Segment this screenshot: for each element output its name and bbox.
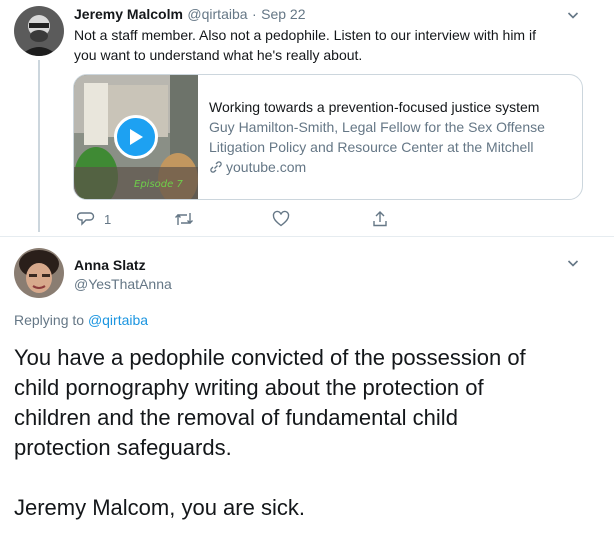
- tweet1-text-line2: you want to understand what he's really …: [74, 47, 363, 63]
- card-content: Working towards a prevention-focused jus…: [209, 97, 574, 177]
- tweet-divider: [0, 236, 614, 237]
- replying-prefix: Replying to: [14, 312, 85, 328]
- share-icon: [373, 211, 387, 227]
- replying-to-handle[interactable]: @qirtaiba: [88, 312, 148, 328]
- share-button[interactable]: [371, 210, 389, 228]
- author-name[interactable]: Jeremy Malcolm: [74, 6, 183, 22]
- card-desc-line2: Litigation Policy and Resource Center at…: [209, 139, 534, 155]
- tweet1-text-line1: Not a staff member. Also not a pedophile…: [74, 27, 536, 43]
- tweet2-body-line2: child pornography writing about the prot…: [14, 375, 484, 400]
- tweet2-body-line5: Jeremy Malcom, you are sick.: [14, 495, 305, 520]
- card-desc-line1: Guy Hamilton-Smith, Legal Fellow for the…: [209, 119, 545, 135]
- play-icon: [130, 129, 143, 145]
- link-icon: [210, 161, 222, 173]
- tweet2-body-spacer: [14, 463, 604, 493]
- replying-to: Replying to @qirtaiba: [14, 312, 148, 328]
- thumb-caption: Episode 7: [134, 179, 183, 190]
- author-handle[interactable]: @qirtaiba: [187, 6, 247, 22]
- card-title: Working towards a prevention-focused jus…: [209, 99, 540, 115]
- tweet-date[interactable]: Sep 22: [261, 6, 305, 22]
- tweet2-body: You have a pedophile convicted of the po…: [14, 343, 604, 523]
- tweet1-menu-button[interactable]: [567, 8, 579, 26]
- tweet2-body-line3: children and the removal of fundamental …: [14, 405, 458, 430]
- author-handle[interactable]: @YesThatAnna: [74, 276, 172, 292]
- tweet1-text: Not a staff member. Also not a pedophile…: [74, 25, 604, 65]
- play-button[interactable]: [114, 115, 158, 159]
- retweet-button[interactable]: [174, 210, 194, 228]
- tweet2-menu-button[interactable]: [567, 256, 579, 274]
- tweet2-body-line4: protection safeguards.: [14, 435, 232, 460]
- like-button[interactable]: [272, 210, 290, 228]
- card-domain-row: youtube.com: [209, 157, 574, 177]
- chevron-down-icon: [567, 260, 579, 267]
- chevron-down-icon: [567, 12, 579, 19]
- tweet2-body-line1: You have a pedophile convicted of the po…: [14, 345, 526, 370]
- reply-count: 1: [104, 211, 112, 227]
- author-name[interactable]: Anna Slatz: [74, 257, 146, 273]
- tweet1-header: Jeremy Malcolm @qirtaiba · Sep 22: [74, 6, 306, 24]
- like-icon: [272, 210, 290, 227]
- thread-line: [38, 60, 40, 232]
- avatar-anna[interactable]: [14, 248, 64, 298]
- reply-button[interactable]: 1: [77, 210, 111, 228]
- separator: ·: [252, 6, 257, 22]
- link-card[interactable]: Episode 7 Working towards a prevention-f…: [73, 74, 583, 200]
- reply-icon: [77, 212, 95, 226]
- retweet-icon: [175, 213, 193, 225]
- card-thumbnail[interactable]: Episode 7: [74, 75, 198, 199]
- card-domain: youtube.com: [226, 159, 307, 175]
- avatar-jeremy[interactable]: [14, 6, 64, 56]
